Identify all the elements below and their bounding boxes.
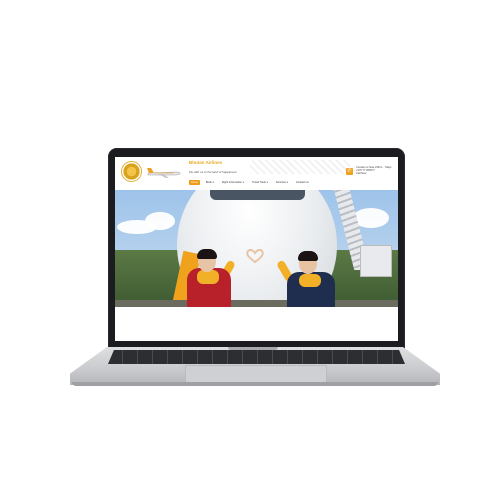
- nav-travel-tools[interactable]: Travel Tools ▾: [250, 180, 270, 185]
- hero-image: [115, 190, 398, 307]
- nav-book[interactable]: Book ▾: [204, 180, 216, 185]
- content-area: [115, 307, 398, 341]
- header-pattern: [250, 160, 350, 174]
- contact-call[interactable]: Call Now: [356, 172, 391, 175]
- nav-flight-information-label: Flight Information: [221, 181, 242, 184]
- phone-icon[interactable]: ✆: [346, 168, 353, 175]
- chevron-down-icon: ▾: [266, 181, 268, 184]
- nav-services-label: Services: [275, 181, 286, 184]
- service-truck: [360, 245, 392, 277]
- cloud: [145, 212, 175, 230]
- nav-flight-information[interactable]: Flight Information ▾: [220, 180, 246, 185]
- brand-name[interactable]: Bhutan Airlines: [189, 160, 222, 165]
- heart-hands-icon: [246, 249, 264, 263]
- tagline: Fly with us to the land of happiness!: [189, 170, 237, 174]
- laptop: Bhutan Airlines Fly with us to the land …: [0, 0, 500, 500]
- chevron-down-icon: ▾: [242, 181, 244, 184]
- laptop-notch: [228, 347, 278, 350]
- emblem-icon[interactable]: [121, 161, 142, 182]
- laptop-base-edge: [72, 382, 438, 386]
- attendant-scarf: [197, 270, 219, 284]
- nav-book-label: Book: [205, 181, 212, 184]
- aircraft-cockpit-window: [210, 190, 305, 200]
- tarmac: [115, 300, 398, 307]
- site-header: Bhutan Airlines Fly with us to the land …: [115, 157, 398, 186]
- laptop-keyboard: [108, 350, 405, 364]
- attendant-hair: [197, 249, 217, 259]
- nav-travel-tools-label: Travel Tools: [251, 181, 266, 184]
- nav-home[interactable]: Home: [189, 180, 200, 185]
- chevron-down-icon: ▾: [212, 181, 214, 184]
- nav-services[interactable]: Services ▾: [274, 180, 290, 185]
- chevron-down-icon: ▾: [286, 181, 288, 184]
- main-nav: Home Book ▾ Flight Information ▾ Travel …: [189, 179, 311, 186]
- nav-contact-us[interactable]: Contact Us: [294, 180, 311, 185]
- attendant-scarf: [299, 274, 321, 287]
- attendant-hair: [298, 251, 318, 261]
- airplane-logo-icon[interactable]: [146, 165, 182, 179]
- laptop-screen: Bhutan Airlines Fly with us to the land …: [115, 157, 398, 341]
- contact-info: Contact us Now 24/hrs · 7days +975 77 00…: [356, 166, 391, 176]
